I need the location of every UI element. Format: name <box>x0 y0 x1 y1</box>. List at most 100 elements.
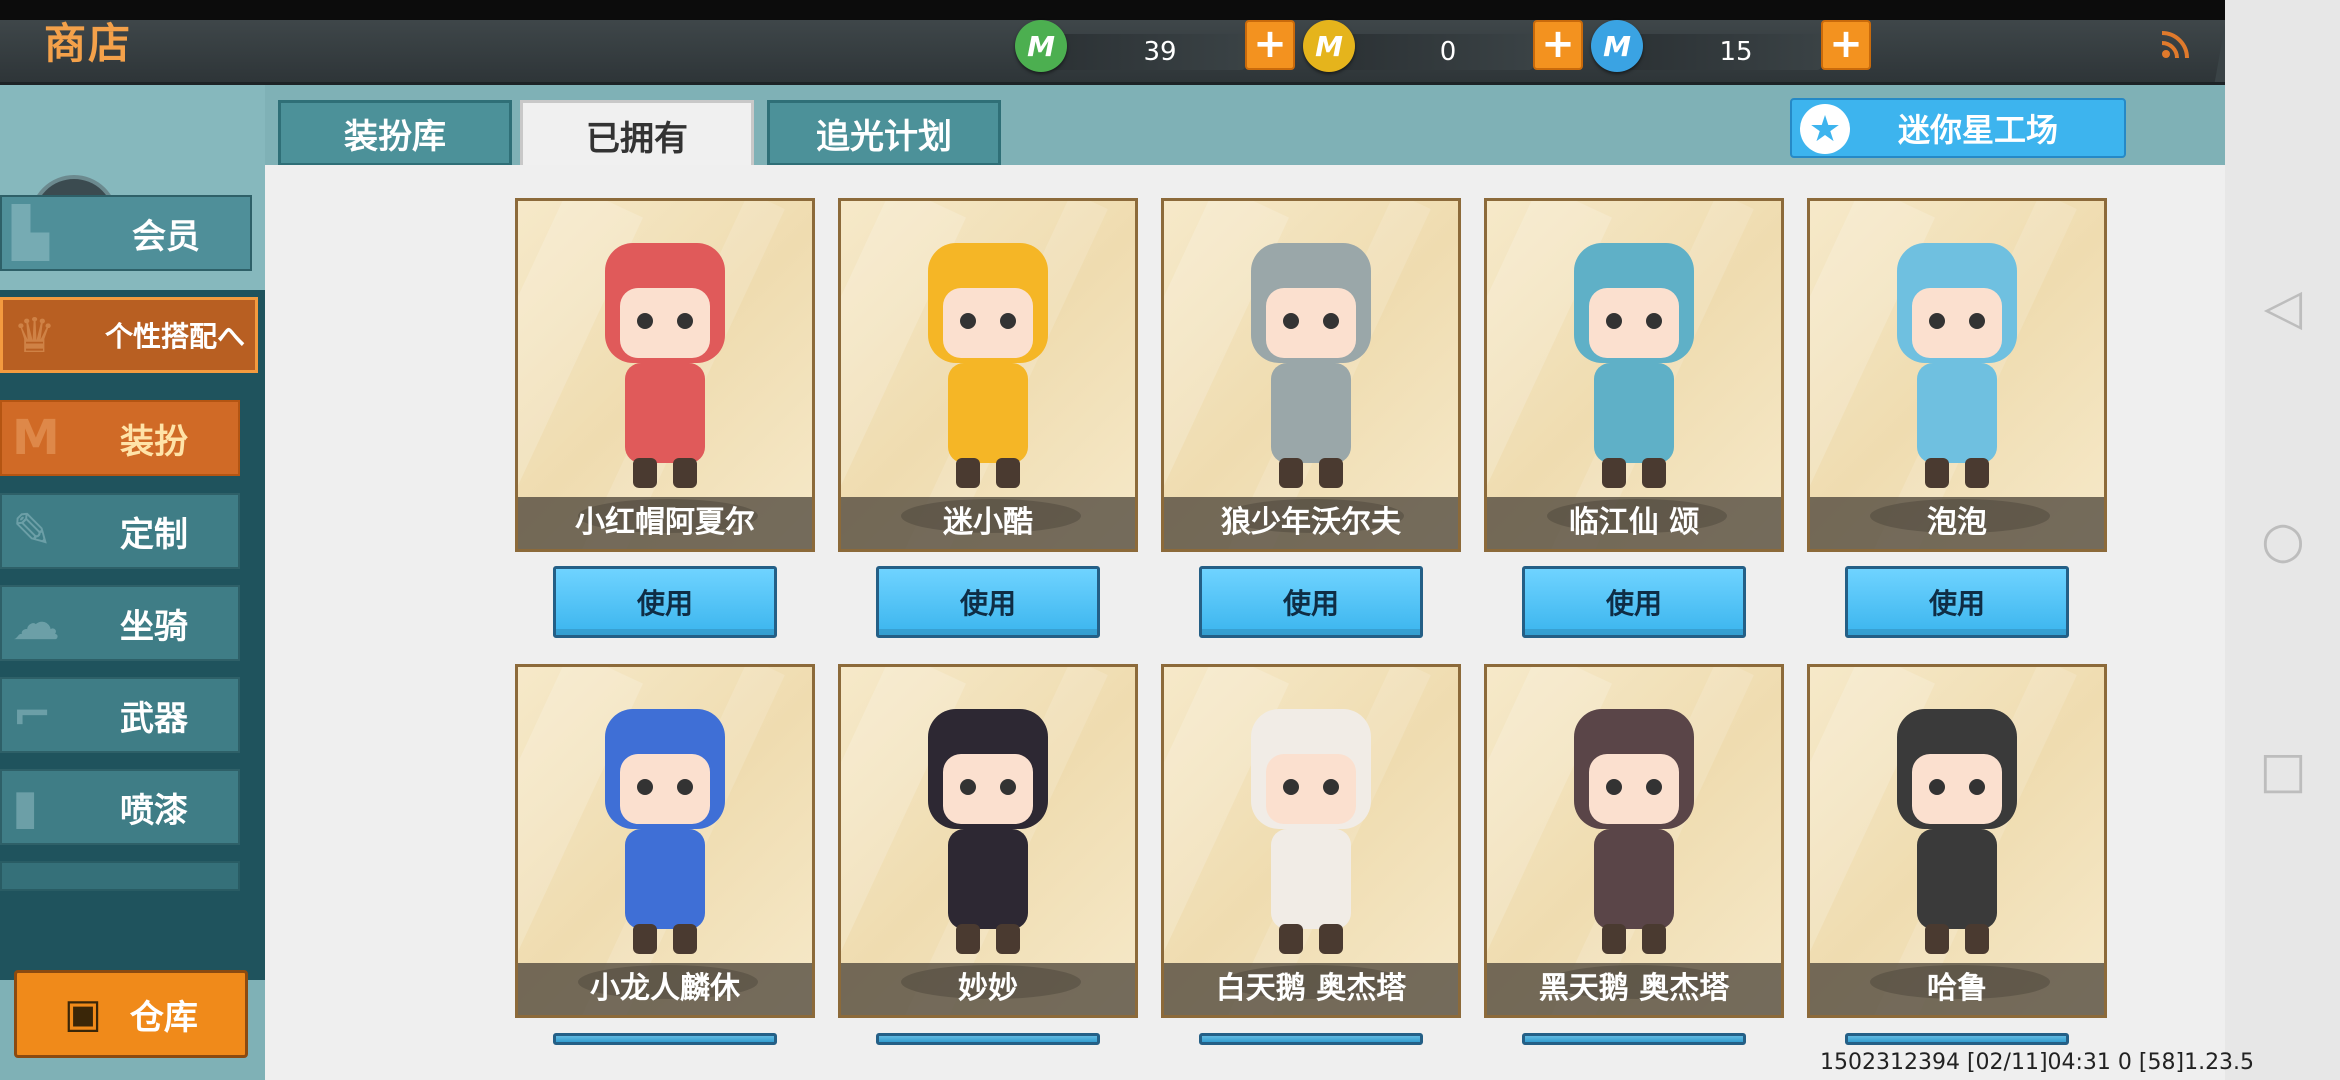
sidebar-item-label: 个性搭配へ <box>104 320 245 353</box>
use-skin-button[interactable]: 使用 <box>1199 566 1423 638</box>
figure-eye <box>1000 313 1016 329</box>
sidebar-item-more[interactable] <box>0 861 240 891</box>
mini-workshop-button[interactable]: ★ 迷你星工场 <box>1790 98 2126 158</box>
add-star-coin-button[interactable]: + <box>1821 20 1871 70</box>
sidebar-item-custom[interactable]: ✎ 定制 <box>0 493 240 569</box>
figure-leg <box>633 924 657 954</box>
sidebar-item-label: 装扮 <box>120 421 188 462</box>
mini-bean-value: 39 <box>1143 37 1177 67</box>
figure-leg <box>1279 924 1303 954</box>
use-skin-button[interactable] <box>876 1033 1100 1045</box>
chest-icon: ▣ <box>64 991 102 1037</box>
figure-eye <box>1929 779 1945 795</box>
figure-leg <box>633 458 657 488</box>
star-coin-value: 15 <box>1719 37 1753 67</box>
skin-card[interactable]: 临江仙 颂 <box>1484 198 1784 552</box>
skin-card[interactable]: 小龙人麟休 <box>515 664 815 1018</box>
use-skin-button[interactable]: 使用 <box>553 566 777 638</box>
skin-name: 小红帽阿夏尔 <box>518 497 812 549</box>
figure-eye <box>1283 779 1299 795</box>
warehouse-button[interactable]: ▣ 仓库 <box>14 970 248 1058</box>
figure-leg <box>1602 924 1626 954</box>
mini-coin-icon: M <box>1303 20 1355 72</box>
sidebar-item-style-collapse[interactable]: ♛ 个性搭配へ <box>0 297 258 373</box>
figure-eye <box>1969 779 1985 795</box>
use-skin-button[interactable]: 使用 <box>876 566 1100 638</box>
figure-leg <box>1925 924 1949 954</box>
recents-icon[interactable]: □ <box>2258 745 2308 795</box>
skin-card[interactable]: 泡泡 <box>1807 198 2107 552</box>
skin-name: 小龙人麟休 <box>518 963 812 1015</box>
figure-body <box>1594 363 1674 463</box>
tab-owned[interactable]: 已拥有 <box>520 100 754 170</box>
figure-leg <box>1965 924 1989 954</box>
figure-eye <box>637 313 653 329</box>
figure-leg <box>996 458 1020 488</box>
rss-icon[interactable] <box>2160 30 2190 68</box>
figure-eye <box>1646 779 1662 795</box>
figure-body <box>625 829 705 929</box>
skin-figure-image <box>1251 709 1371 954</box>
figure-leg <box>1319 458 1343 488</box>
sidebar-item-mount[interactable]: ☁ 坐骑 <box>0 585 240 661</box>
skin-name: 狼少年沃尔夫 <box>1164 497 1458 549</box>
mount-icon: ☁ <box>12 595 60 651</box>
skin-figure-image <box>1574 243 1694 488</box>
add-mini-bean-button[interactable]: + <box>1245 20 1295 70</box>
mini-coin-value: 0 <box>1439 37 1457 67</box>
figure-face <box>1589 754 1679 824</box>
figure-face <box>1912 288 2002 358</box>
use-skin-button[interactable] <box>553 1033 777 1045</box>
skin-card[interactable]: 白天鹅 奥杰塔 <box>1161 664 1461 1018</box>
sidebar-item-member[interactable]: ▙ 会员 <box>0 195 252 271</box>
figure-leg <box>673 458 697 488</box>
skin-card[interactable]: 迷小酷 <box>838 198 1138 552</box>
use-skin-button[interactable] <box>1199 1033 1423 1045</box>
tab-wardrobe[interactable]: 装扮库 <box>278 100 512 166</box>
sidebar-item-label: 武器 <box>120 698 188 739</box>
figure-eye <box>1323 779 1339 795</box>
skin-card[interactable]: 哈鲁 <box>1807 664 2107 1018</box>
figure-face <box>1266 754 1356 824</box>
add-mini-coin-button[interactable]: + <box>1533 20 1583 70</box>
figure-body <box>1271 829 1351 929</box>
skin-figure-image <box>1251 243 1371 488</box>
workshop-label: 迷你星工场 <box>1897 111 2058 149</box>
gun-icon: ⌐ <box>12 687 53 743</box>
sidebar-item-label: 坐骑 <box>120 606 188 647</box>
figure-leg <box>1642 458 1666 488</box>
figure-leg <box>1279 458 1303 488</box>
sidebar-item-label: 会员 <box>132 216 200 257</box>
sidebar-item-costume[interactable]: M 装扮 <box>0 400 240 476</box>
skin-card[interactable]: 黑天鹅 奥杰塔 <box>1484 664 1784 1018</box>
use-skin-button[interactable]: 使用 <box>1522 566 1746 638</box>
skin-card[interactable]: 妙妙 <box>838 664 1138 1018</box>
warehouse-label: 仓库 <box>129 997 198 1038</box>
skin-name: 泡泡 <box>1810 497 2104 549</box>
sidebar-item-weapon[interactable]: ⌐ 武器 <box>0 677 240 753</box>
figure-face <box>943 288 1033 358</box>
skin-figure-image <box>1897 709 2017 954</box>
figure-leg <box>956 924 980 954</box>
figure-face <box>943 754 1033 824</box>
skin-figure-image <box>1574 709 1694 954</box>
skin-name: 妙妙 <box>841 963 1135 1015</box>
skin-figure-image <box>928 243 1048 488</box>
sidebar-item-spray[interactable]: ▮ 喷漆 <box>0 769 240 845</box>
page-title: 商店 <box>44 19 133 68</box>
use-skin-button[interactable] <box>1845 1033 2069 1045</box>
back-icon[interactable]: ◁ <box>2258 282 2308 332</box>
skin-figure-image <box>605 709 725 954</box>
spray-icon: ▮ <box>12 779 39 835</box>
use-skin-button[interactable] <box>1522 1033 1746 1045</box>
tab-chase-light[interactable]: 追光计划 <box>767 100 1001 166</box>
trophy-icon: ♛ <box>13 308 57 364</box>
figure-leg <box>673 924 697 954</box>
skin-card[interactable]: 小红帽阿夏尔 <box>515 198 815 552</box>
home-icon[interactable]: ○ <box>2258 515 2308 565</box>
use-skin-button[interactable]: 使用 <box>1845 566 2069 638</box>
skin-name: 迷小酷 <box>841 497 1135 549</box>
figure-face <box>1912 754 2002 824</box>
skin-card[interactable]: 狼少年沃尔夫 <box>1161 198 1461 552</box>
figure-eye <box>1323 313 1339 329</box>
